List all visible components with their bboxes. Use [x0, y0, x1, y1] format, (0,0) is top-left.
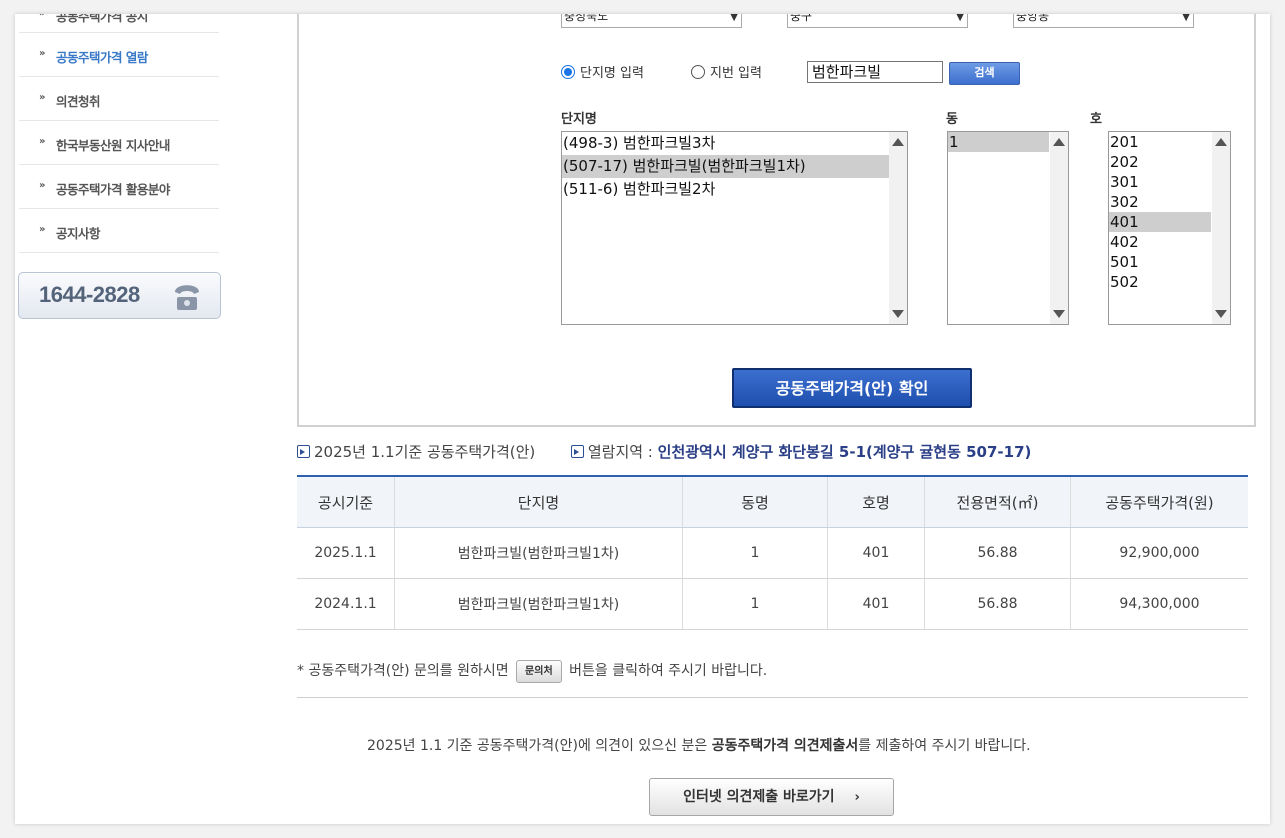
dong-label: 동	[946, 112, 958, 127]
sidebar-item-label: 공동주택가격 열람	[56, 50, 148, 65]
area-label: 열람지역 :	[587, 443, 653, 461]
radio-checked-icon	[561, 65, 575, 79]
sidebar-item-announcement[interactable]: » 공동주택가격 공시	[19, 14, 219, 33]
inquiry-button[interactable]: 문의처	[516, 660, 562, 683]
confirm-price-button[interactable]: 공동주택가격(안) 확인	[732, 368, 972, 408]
bullet-box-icon	[297, 445, 310, 458]
scrollbar[interactable]	[889, 132, 907, 324]
table-cell: 92,900,000	[1070, 527, 1248, 579]
list-item[interactable]: 402	[1109, 232, 1211, 252]
bullet-icon: »	[39, 14, 45, 19]
result-info: 2025년 1.1기준 공동주택가격(안) 열람지역 : 인천광역시 계양구 화…	[297, 441, 1031, 462]
list-item[interactable]: 502	[1109, 272, 1211, 292]
scroll-up-icon[interactable]	[1053, 138, 1065, 146]
list-item[interactable]: 202	[1109, 152, 1211, 172]
radio-lot-number[interactable]: 지번 입력	[691, 62, 762, 81]
table-header-row: 공시기준 단지명 동명 호명 전용면적(㎡) 공동주택가격(원)	[297, 475, 1248, 528]
table-row: 2025.1.1 범한파크빌(범한파크빌1차) 1 401 56.88 92,9…	[297, 527, 1248, 579]
sidebar-item-price-view[interactable]: » 공동주택가격 열람	[19, 33, 219, 77]
list-item[interactable]: 201	[1109, 132, 1211, 152]
table-cell: 1	[682, 527, 828, 579]
phone-banner: 1644-2828	[18, 272, 221, 319]
table-cell: 범한파크빌(범한파크빌1차)	[394, 578, 683, 630]
scrollbar[interactable]	[1212, 132, 1230, 324]
sidebar-item-opinion[interactable]: » 의견청취	[19, 77, 219, 121]
scrollbar[interactable]	[1050, 132, 1068, 324]
table-cell: 2024.1.1	[297, 578, 395, 630]
price-table: 공시기준 단지명 동명 호명 전용면적(㎡) 공동주택가격(원) 2025.1.…	[297, 475, 1248, 630]
list-item[interactable]: (507-17) 범한파크빌(범한파크빌1차)	[562, 155, 889, 178]
sidebar-item-notice[interactable]: » 공지사항	[19, 209, 219, 253]
list-item[interactable]: 302	[1109, 192, 1211, 212]
town-select[interactable]: 중앙동 ▼	[1013, 14, 1194, 28]
list-item[interactable]: 301	[1109, 172, 1211, 192]
sidebar-item-usage[interactable]: » 공동주택가격 활용분야	[19, 165, 219, 209]
scroll-up-icon[interactable]	[892, 138, 904, 146]
chevron-down-icon: ▼	[730, 14, 738, 23]
search-button[interactable]: 검색	[949, 62, 1020, 85]
province-select[interactable]: 충청북도 ▼	[561, 14, 742, 28]
complex-listbox[interactable]: (498-3) 범한파크빌3차 (507-17) 범한파크빌(범한파크빌1차) …	[561, 131, 908, 325]
table-cell: 1	[682, 578, 828, 630]
table-cell: 401	[827, 527, 925, 579]
table-cell: 56.88	[924, 527, 1071, 579]
table-cell: 56.88	[924, 578, 1071, 630]
radio-unchecked-icon	[691, 65, 705, 79]
table-cell: 94,300,000	[1070, 578, 1248, 630]
chevron-right-icon: ›	[854, 790, 860, 805]
phone-number: 1644-2828	[39, 282, 140, 307]
list-item[interactable]: 501	[1109, 252, 1211, 272]
bullet-icon: »	[39, 180, 45, 191]
complex-label: 단지명	[561, 112, 597, 127]
chevron-down-icon: ▼	[1182, 14, 1190, 23]
sidebar-item-label: 공동주택가격 활용분야	[56, 182, 170, 197]
list-item[interactable]: 1	[948, 132, 1049, 152]
divider	[297, 697, 1248, 698]
complex-search-input[interactable]: 범한파크빌	[807, 61, 943, 83]
bullet-icon: »	[39, 136, 45, 147]
scroll-down-icon[interactable]	[1215, 310, 1227, 318]
telephone-icon	[175, 285, 199, 310]
sidebar-item-label: 공지사항	[56, 226, 101, 241]
basis-text: 2025년 1.1기준 공동주택가격(안)	[314, 443, 536, 461]
table-cell: 2025.1.1	[297, 527, 395, 579]
sidebar-item-label: 의견청취	[56, 94, 101, 109]
col-header: 동명	[682, 475, 828, 528]
search-panel: 충청북도 ▼ 중구 ▼ 중앙동 ▼ 단지명 입력 지번 입력 범한파크빌 검색 …	[297, 14, 1256, 427]
col-header: 단지명	[394, 475, 683, 528]
ho-listbox[interactable]: 201 202 301 302 401 402 501 502	[1108, 131, 1231, 325]
col-header: 공동주택가격(원)	[1070, 475, 1248, 528]
opinion-form-name: 공동주택가격 의견제출서	[711, 738, 859, 754]
inquiry-note: * 공동주택가격(안) 문의를 원하시면 문의처 버튼을 클릭하여 주시기 바랍…	[297, 660, 767, 683]
sidebar: » 공동주택가격 공시 » 공동주택가격 열람 » 의견청취 » 한국부동산원 …	[19, 14, 219, 253]
list-item[interactable]: 401	[1109, 212, 1211, 232]
ho-label: 호	[1090, 112, 1102, 127]
col-header: 전용면적(㎡)	[924, 475, 1071, 528]
list-item[interactable]: (498-3) 범한파크빌3차	[562, 132, 889, 155]
bullet-box-icon	[570, 445, 584, 458]
list-item[interactable]: (511-6) 범한파크빌2차	[562, 178, 889, 201]
table-cell: 범한파크빌(범한파크빌1차)	[394, 527, 683, 579]
chevron-down-icon: ▼	[956, 14, 964, 23]
scroll-up-icon[interactable]	[1215, 138, 1227, 146]
district-select[interactable]: 중구 ▼	[787, 14, 968, 28]
online-opinion-button[interactable]: 인터넷 의견제출 바로가기 ›	[649, 778, 894, 816]
table-cell: 401	[827, 578, 925, 630]
col-header: 공시기준	[297, 475, 395, 528]
opinion-submit-text: 2025년 1.1 기준 공동주택가격(안)에 의견이 있으신 분은 공동주택가…	[367, 738, 1031, 754]
radio-complex-name[interactable]: 단지명 입력	[561, 62, 644, 81]
bullet-icon: »	[39, 224, 45, 235]
col-header: 호명	[827, 475, 925, 528]
dong-listbox[interactable]: 1	[947, 131, 1069, 325]
sidebar-item-branches[interactable]: » 한국부동산원 지사안내	[19, 121, 219, 165]
sidebar-item-label: 공동주택가격 공시	[56, 14, 148, 24]
bullet-icon: »	[39, 92, 45, 103]
page-container: » 공동주택가격 공시 » 공동주택가격 열람 » 의견청취 » 한국부동산원 …	[15, 14, 1270, 824]
sidebar-item-label: 한국부동산원 지사안내	[56, 138, 170, 153]
bullet-icon: »	[39, 48, 45, 59]
scroll-down-icon[interactable]	[1053, 310, 1065, 318]
scroll-down-icon[interactable]	[892, 310, 904, 318]
area-value: 인천광역시 계양구 화단봉길 5-1(계양구 귤현동 507-17)	[657, 443, 1032, 461]
table-row: 2024.1.1 범한파크빌(범한파크빌1차) 1 401 56.88 94,3…	[297, 578, 1248, 630]
